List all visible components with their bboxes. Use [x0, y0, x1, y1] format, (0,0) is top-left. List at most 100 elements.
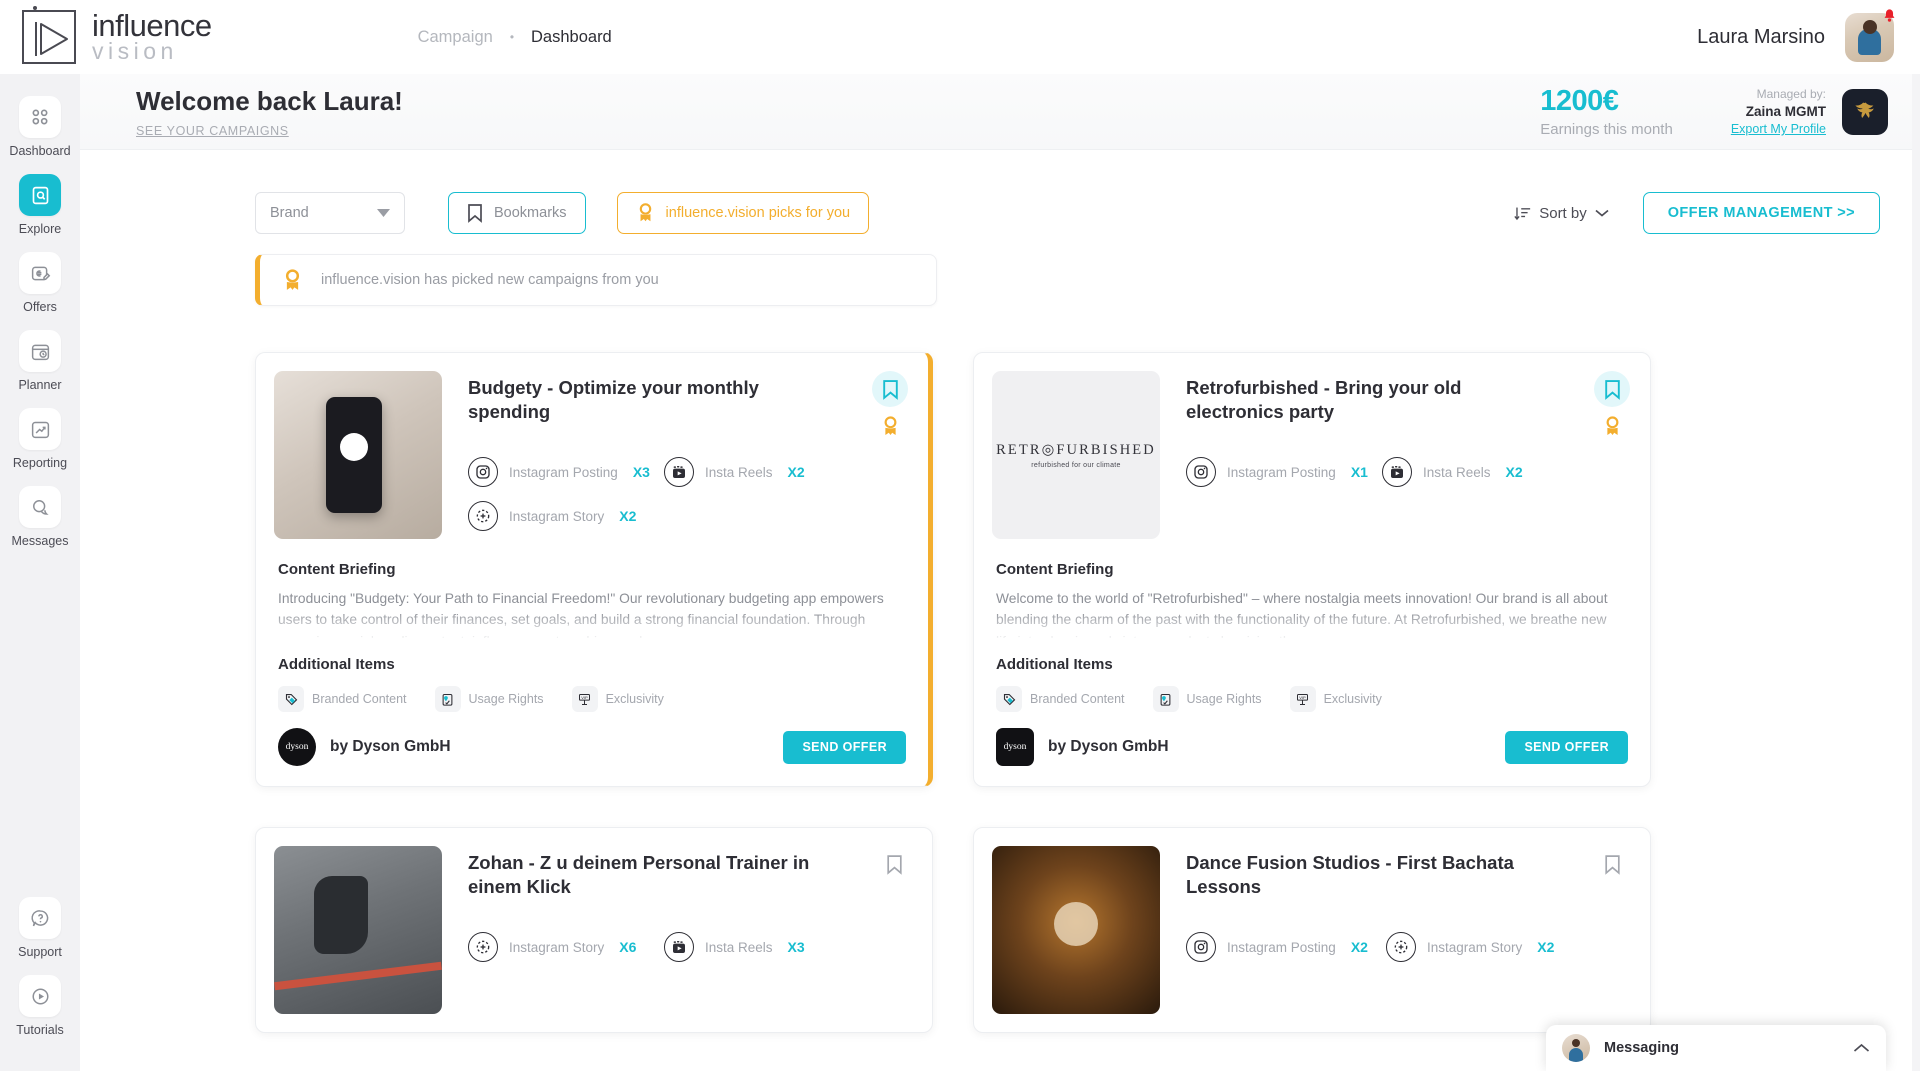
avatar: [1562, 1034, 1590, 1062]
user-area[interactable]: Laura Marsino: [1697, 13, 1894, 62]
offer-management-button[interactable]: OFFER MANAGEMENT >>: [1643, 192, 1880, 234]
sidebar-item-reporting[interactable]: Reporting: [0, 408, 80, 470]
campaign-card-grid: Budgety - Optimize your monthly spending: [80, 306, 1780, 1033]
see-campaigns-link[interactable]: SEE YOUR CAMPAIGNS: [136, 124, 403, 138]
sidebar-item-tutorials[interactable]: Tutorials: [0, 975, 80, 1037]
tag-icon: [278, 686, 304, 712]
bookmark-toggle[interactable]: [872, 371, 908, 407]
breadcrumb-campaign[interactable]: Campaign: [418, 28, 493, 47]
brand-filter-select[interactable]: Brand: [255, 192, 405, 234]
offer-management-label: OFFER MANAGEMENT >>: [1668, 205, 1855, 221]
bookmark-toggle[interactable]: [876, 846, 912, 882]
earnings-block: 1200€ Earnings this month: [1540, 85, 1673, 138]
bookmarks-button[interactable]: Bookmarks: [448, 192, 586, 234]
chevron-down-icon: [377, 209, 390, 217]
avatar[interactable]: [1845, 13, 1894, 62]
sort-by-label: Sort by: [1539, 205, 1587, 222]
explore-search-icon: [19, 174, 61, 216]
story-icon: [1386, 932, 1416, 962]
sidebar-label: Planner: [18, 378, 61, 392]
play-circle-icon: [19, 975, 61, 1017]
logo-text-primary: influence: [92, 12, 212, 41]
brand-filter-value: Brand: [270, 205, 309, 221]
story-icon: [468, 932, 498, 962]
deliverable-qty: X2: [1351, 939, 1368, 955]
calendar-clock-icon: [19, 330, 61, 372]
notification-bell-icon[interactable]: [1881, 8, 1898, 25]
page-title: Welcome back Laura!: [136, 86, 403, 117]
sidebar-item-dashboard[interactable]: Dashboard: [0, 96, 80, 158]
logo-mark-icon: [22, 10, 76, 64]
reels-icon: [664, 457, 694, 487]
sidebar-item-offers[interactable]: Offers: [0, 252, 80, 314]
deliverable-label: Instagram Story: [509, 509, 604, 524]
deliverable-qty: X3: [633, 464, 650, 480]
campaign-thumbnail: [274, 371, 442, 539]
bookmark-toggle[interactable]: [1594, 371, 1630, 407]
deliverable-item: Instagram Posting X2: [1186, 932, 1386, 962]
tag-icon: [996, 686, 1022, 712]
managed-by-block: Managed by: Zaina MGMT Export My Profile: [1731, 87, 1826, 136]
instagram-icon: [1186, 457, 1216, 487]
instagram-icon: [1186, 932, 1216, 962]
sidebar-bottom-group: Support Tutorials: [0, 897, 80, 1071]
main-content: Welcome back Laura! SEE YOUR CAMPAIGNS 1…: [80, 74, 1920, 1071]
campaign-card[interactable]: RETR◎FURBISHED refurbished for our clima…: [973, 352, 1651, 787]
bookmarks-label: Bookmarks: [494, 205, 567, 221]
additional-items-heading: Additional Items: [996, 656, 1628, 673]
app-logo[interactable]: influence vision: [22, 10, 212, 64]
brand-logo-text: dyson: [286, 742, 309, 752]
deliverable-label: Insta Reels: [705, 940, 773, 955]
campaign-card[interactable]: Budgety - Optimize your monthly spending: [255, 352, 933, 787]
chevron-up-icon[interactable]: [1853, 1043, 1870, 1053]
sidebar-item-planner[interactable]: Planner: [0, 330, 80, 392]
bookmark-toggle[interactable]: [1594, 846, 1630, 882]
scrollbar-track[interactable]: [1912, 74, 1920, 1071]
question-help-icon: [19, 897, 61, 939]
location-doc-icon: [435, 686, 461, 712]
award-badge-icon: [282, 268, 303, 293]
vip-sign-icon: VIP: [572, 686, 598, 712]
sort-by-control[interactable]: Sort by: [1514, 205, 1609, 222]
picks-label: influence.vision picks for you: [666, 205, 851, 221]
sidebar-item-explore[interactable]: Explore: [0, 174, 80, 236]
deliverable-item: Instagram Posting X1: [1186, 457, 1382, 487]
breadcrumb-separator: •: [510, 30, 514, 44]
deliverable-qty: X2: [1506, 464, 1523, 480]
reels-icon: [664, 932, 694, 962]
picks-notice-banner: influence.vision has picked new campaign…: [255, 254, 937, 306]
bookmark-icon: [882, 379, 899, 400]
campaign-card[interactable]: Dance Fusion Studios - First Bachata Les…: [973, 827, 1651, 1033]
deliverable-label: Insta Reels: [705, 465, 773, 480]
deliverable-label: Insta Reels: [1423, 465, 1491, 480]
picked-badge-icon: [1603, 415, 1622, 443]
deliverable-item: Insta Reels X2: [664, 457, 860, 487]
messaging-widget[interactable]: Messaging: [1546, 1025, 1886, 1071]
deliverable-label: Instagram Posting: [1227, 465, 1336, 480]
sidebar-item-messages[interactable]: Messages: [0, 486, 80, 548]
campaign-card[interactable]: Zohan - Z u deinem Personal Trainer in e…: [255, 827, 933, 1033]
bookmark-icon: [1604, 854, 1621, 875]
svg-text:VIP: VIP: [581, 694, 588, 699]
earnings-value: 1200€: [1540, 85, 1673, 118]
additional-item-label: Usage Rights: [469, 692, 544, 706]
send-offer-button[interactable]: SEND OFFER: [783, 731, 906, 764]
deliverable-label: Instagram Posting: [1227, 940, 1336, 955]
reels-icon: [1382, 457, 1412, 487]
thumbnail-logo-subtitle: refurbished for our climate: [1031, 462, 1120, 469]
messaging-title: Messaging: [1604, 1040, 1679, 1056]
chat-bubble-icon: [19, 486, 61, 528]
picks-for-you-button[interactable]: influence.vision picks for you: [617, 192, 870, 234]
bookmark-icon: [467, 203, 483, 223]
additional-item: Usage Rights: [1153, 686, 1262, 712]
export-profile-link[interactable]: Export My Profile: [1731, 122, 1826, 136]
sidebar-item-support[interactable]: Support: [0, 897, 80, 959]
filter-toolbar: Brand Bookmarks influence.vision picks f…: [80, 150, 1920, 246]
content-briefing-heading: Content Briefing: [996, 561, 1624, 578]
agency-name: Zaina MGMT: [1731, 104, 1826, 119]
instagram-icon: [468, 457, 498, 487]
earnings-label: Earnings this month: [1540, 121, 1673, 138]
breadcrumb-dashboard[interactable]: Dashboard: [531, 28, 612, 47]
agency-logo: [1842, 89, 1888, 135]
send-offer-button[interactable]: SEND OFFER: [1505, 731, 1628, 764]
